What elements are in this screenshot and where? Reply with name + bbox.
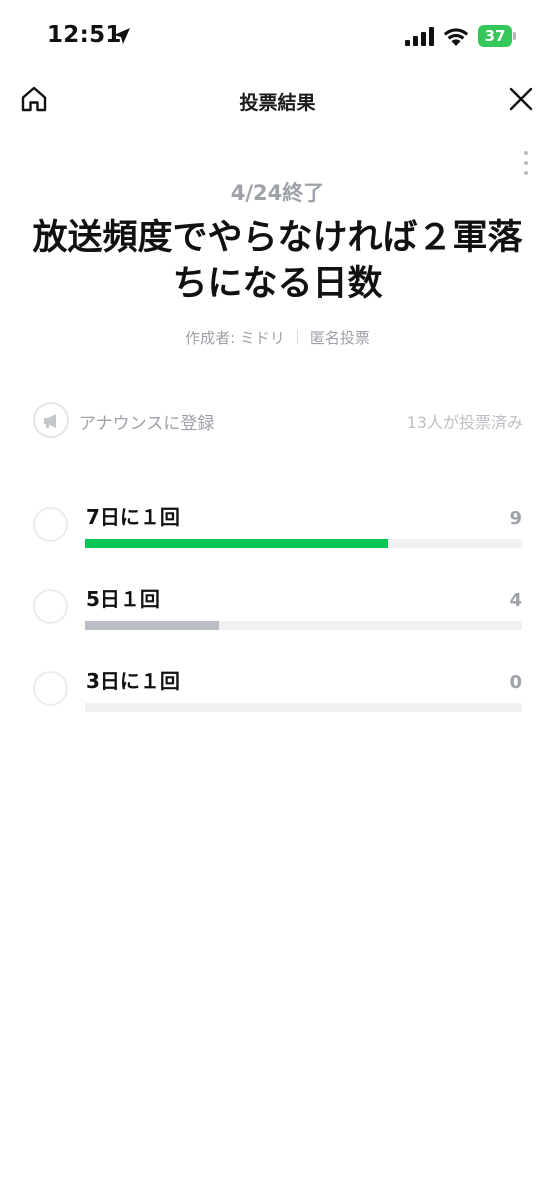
poll-creator: 作成者: ミドリ: [185, 329, 285, 347]
poll-meta: 作成者: ミドリ 匿名投票: [0, 327, 555, 348]
option-label: 5日１回: [86, 587, 160, 611]
poll-option[interactable]: 3日に１回 0: [0, 659, 555, 737]
page-title: 投票結果: [239, 92, 316, 114]
megaphone-icon: [44, 414, 56, 428]
more-options-button[interactable]: [516, 148, 536, 178]
meta-divider: [296, 330, 298, 344]
poll-vote-type: 匿名投票: [309, 329, 370, 347]
option-vote-count: 0: [509, 672, 522, 693]
option-progress-track: [85, 539, 522, 548]
option-progress-track: [85, 703, 522, 712]
voted-count: 13人が投票済み: [406, 413, 523, 432]
poll-end-date: 4/24終了: [230, 181, 325, 205]
option-progress-fill: [85, 621, 220, 630]
more-dot-icon: [524, 151, 528, 155]
close-button[interactable]: [506, 84, 536, 114]
option-label: 7日に１回: [86, 505, 180, 529]
status-time: 12:51: [47, 22, 122, 48]
option-vote-count: 4: [509, 590, 522, 611]
nav-bar: 投票結果: [0, 72, 555, 128]
battery-level: 37: [484, 27, 506, 45]
status-bar: 12:51 37: [0, 0, 555, 72]
option-vote-count: 9: [509, 508, 522, 529]
close-icon: [509, 87, 533, 111]
battery-body: 37: [478, 25, 512, 47]
option-progress-fill: [85, 539, 388, 548]
announce-label: アナウンスに登録: [79, 414, 215, 434]
option-progress-track: [85, 621, 522, 630]
option-radio[interactable]: [33, 507, 68, 542]
wifi-icon: [443, 28, 469, 46]
option-radio[interactable]: [33, 589, 68, 624]
announce-icon-circle: [33, 402, 69, 438]
poll-option[interactable]: 7日に１回 9: [0, 495, 555, 573]
poll-title: 放送頻度でやらなければ２軍落ちになる日数: [32, 218, 523, 304]
more-dot-icon: [524, 171, 528, 175]
option-radio[interactable]: [33, 671, 68, 706]
poll-option[interactable]: 5日１回 4: [0, 577, 555, 655]
more-dot-icon: [524, 161, 528, 165]
cellular-signal-icon: [405, 27, 434, 46]
location-arrow-icon: [114, 28, 130, 44]
battery-tip: [513, 32, 516, 40]
battery-indicator: 37: [478, 25, 516, 47]
option-label: 3日に１回: [86, 669, 180, 693]
